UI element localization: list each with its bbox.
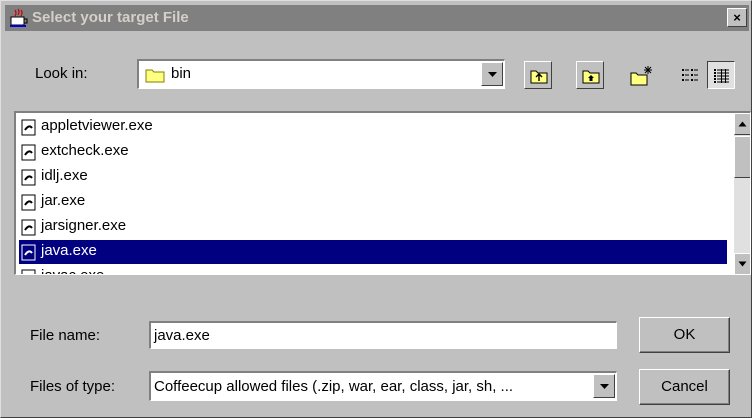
list-view-button[interactable] [676,61,704,89]
executable-file-icon [21,269,36,274]
file-list-item-selected[interactable]: java.exe [19,240,727,264]
details-view-icon [714,69,729,83]
scroll-down-button[interactable] [734,253,750,274]
home-button[interactable] [576,61,604,89]
executable-file-icon [21,169,36,186]
file-list-item[interactable]: idlj.exe [19,165,719,189]
arrow-up-icon [738,121,747,127]
up-one-level-button[interactable] [524,61,552,89]
executable-file-icon [21,244,36,261]
ok-button[interactable]: OK [639,317,730,353]
scroll-up-button[interactable] [734,113,750,135]
file-list-item[interactable]: javac.exe [19,265,719,274]
folder-icon [145,69,165,83]
title-bar[interactable]: Select your target File × [5,5,749,31]
executable-file-icon [21,119,36,136]
chevron-down-icon [488,72,497,77]
file-list-item[interactable]: extcheck.exe [19,140,719,164]
executable-file-icon [21,194,36,211]
file-list[interactable]: appletviewer.exe extcheck.exe idlj.exe j… [14,111,751,275]
file-list-item[interactable]: jar.exe [19,190,719,214]
new-folder-icon [630,66,652,86]
close-button[interactable]: × [727,8,747,27]
look-in-combo[interactable]: bin [137,59,505,89]
file-chooser-dialog: Select your target File × Look in: bin a… [0,0,752,418]
file-name: extcheck.exe [41,142,129,159]
executable-file-icon [21,219,36,236]
up-folder-icon [530,70,548,84]
file-name: javac.exe [41,267,104,274]
files-of-type-value: Coffeecup allowed files (.zip, war, ear,… [154,378,514,395]
new-folder-button[interactable] [626,61,654,89]
look-in-label: Look in: [35,65,88,82]
cancel-button[interactable]: Cancel [639,369,730,405]
scrollbar-thumb[interactable] [734,136,750,178]
list-view-icon [682,69,698,81]
files-of-type-combo[interactable]: Coffeecup allowed files (.zip, war, ear,… [149,371,617,401]
look-in-dropdown-button[interactable] [481,62,503,86]
file-name: jar.exe [41,192,86,209]
file-name: appletviewer.exe [41,117,153,134]
vertical-scrollbar[interactable] [734,113,750,274]
look-in-value: bin [171,65,192,82]
file-name: java.exe [41,242,97,259]
file-name-input[interactable]: java.exe [149,321,617,349]
file-list-item[interactable]: appletviewer.exe [19,115,719,139]
file-name: jarsigner.exe [41,217,127,234]
details-view-button[interactable] [707,61,735,89]
file-name-label: File name: [30,327,101,344]
home-folder-icon [582,70,600,84]
java-coffee-cup-icon [10,8,28,27]
executable-file-icon [21,144,36,161]
arrow-down-icon [738,261,747,267]
close-icon: × [733,10,741,25]
file-name: idlj.exe [41,167,88,184]
chevron-down-icon [600,384,609,389]
files-of-type-dropdown-button[interactable] [593,374,615,398]
file-list-item[interactable]: jarsigner.exe [19,215,719,239]
files-of-type-label: Files of type: [30,378,116,395]
dialog-title: Select your target File [32,9,189,26]
